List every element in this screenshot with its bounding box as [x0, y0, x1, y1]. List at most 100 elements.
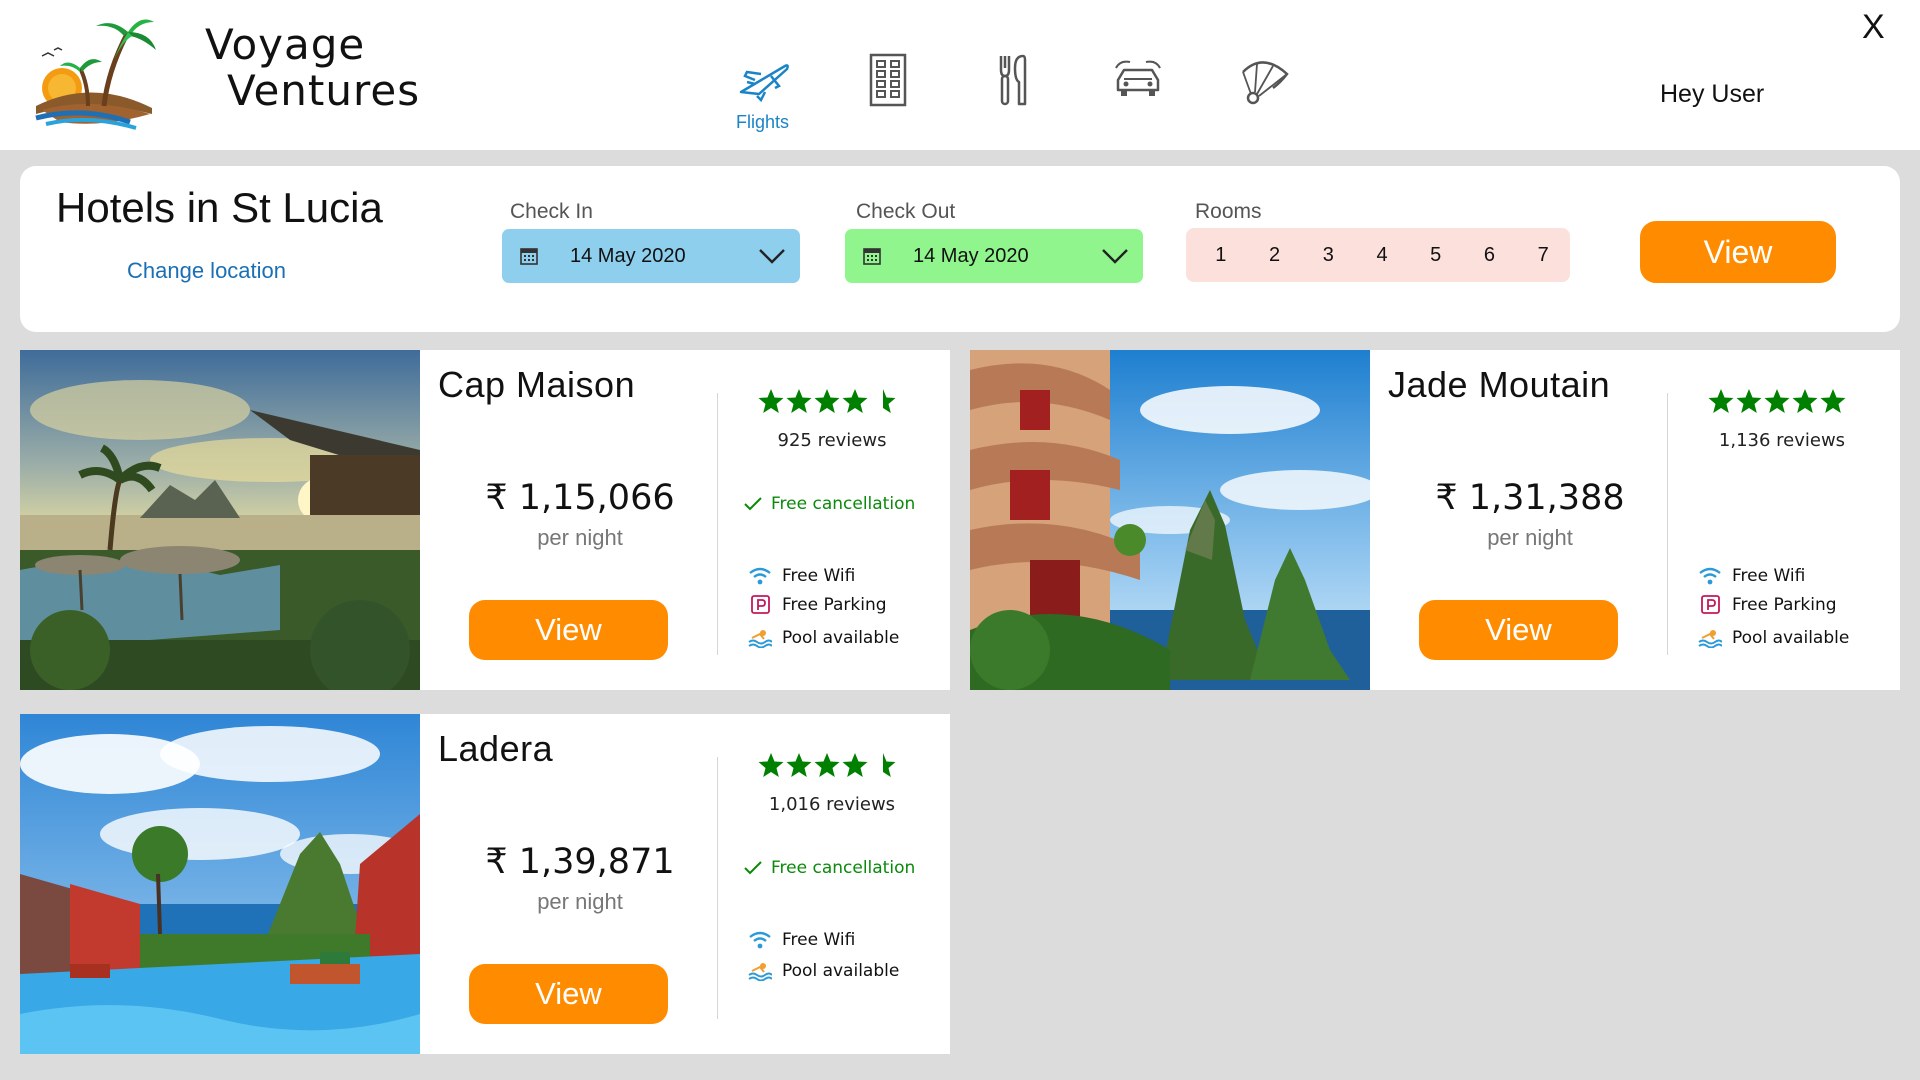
room-option-3[interactable]: 3 [1301, 244, 1355, 267]
room-option-6[interactable]: 6 [1463, 244, 1517, 267]
category-nav: Flights [700, 52, 1325, 133]
parking-icon [751, 595, 770, 614]
amenity-label: Pool available [1732, 628, 1850, 648]
star-icon [1820, 389, 1846, 413]
amenity-wifi: Free Wifi [748, 930, 855, 950]
review-count[interactable]: 1,136 reviews [1682, 430, 1882, 451]
star-rating [1708, 388, 1848, 414]
card-divider [1667, 393, 1668, 655]
amenity-label: Free Wifi [782, 930, 856, 950]
nav-car-rental[interactable] [1075, 52, 1200, 133]
star-icon [1736, 389, 1762, 413]
hotel-photo[interactable] [20, 350, 420, 690]
wifi-icon [749, 567, 771, 585]
hotel-name: Cap Maison [438, 364, 636, 405]
hotel-name: Ladera [438, 728, 554, 769]
amenity-label: Free Parking [782, 595, 887, 615]
card-divider [717, 393, 718, 655]
room-option-7[interactable]: 7 [1516, 244, 1570, 267]
room-option-4[interactable]: 4 [1355, 244, 1409, 267]
app-header: Voyage Ventures Flights Hey User X [0, 0, 1920, 150]
view-hotel-button[interactable]: View [1419, 600, 1618, 660]
airplane-icon [739, 64, 789, 103]
rooms-label: Rooms [1195, 200, 1262, 223]
room-option-1[interactable]: 1 [1194, 244, 1248, 267]
nav-hotels[interactable] [825, 52, 950, 133]
star-icon [758, 753, 784, 777]
calendar-icon [863, 248, 881, 265]
price-unit: per night [537, 889, 623, 914]
nav-flights[interactable]: Flights [700, 52, 825, 133]
room-option-5[interactable]: 5 [1409, 244, 1463, 267]
brand-line-1: Voyage [205, 20, 366, 69]
palm-island-logo [32, 10, 160, 130]
half-star-icon [883, 753, 896, 777]
star-icon [1792, 389, 1818, 413]
car-icon [1114, 60, 1161, 96]
user-greeting[interactable]: Hey User [1660, 80, 1764, 109]
half-star-icon [883, 389, 896, 413]
free-cancellation: Free cancellation [743, 858, 915, 878]
check-in-dropdown[interactable]: 14 May 2020 [502, 229, 800, 283]
star-icon [842, 389, 868, 413]
chevron-down-icon [1102, 249, 1128, 264]
star-icon [786, 389, 812, 413]
amenity-parking: Free Parking [748, 595, 887, 615]
hotel-card-jade-mountain: Jade Moutain ₹ 1,31,388 per night View 1… [970, 350, 1900, 690]
hotel-name: Jade Moutain [1388, 364, 1611, 405]
hotel-photo[interactable] [970, 350, 1370, 690]
amenity-pool: Pool available [1698, 628, 1849, 648]
star-icon [814, 389, 840, 413]
star-icon [1708, 389, 1734, 413]
parking-icon [1701, 595, 1720, 614]
hotel-price: ₹ 1,39,871 [485, 842, 675, 882]
hotel-photo[interactable] [20, 714, 420, 1054]
view-hotel-button[interactable]: View [469, 964, 668, 1024]
pool-icon [748, 630, 772, 648]
price-unit: per night [1487, 525, 1573, 550]
card-divider [717, 757, 718, 1019]
nav-flights-label: Flights [735, 112, 789, 132]
parachute-icon [1241, 61, 1289, 105]
amenity-label: Free Wifi [1732, 566, 1806, 586]
nav-activities[interactable] [1200, 52, 1325, 133]
check-out-value: 14 May 2020 [913, 244, 1029, 267]
hotel-price: ₹ 1,31,388 [1435, 478, 1625, 518]
view-hotel-button[interactable]: View [469, 600, 668, 660]
checkmark-icon [744, 861, 762, 875]
amenity-label: Free Wifi [782, 566, 856, 586]
hotel-card-ladera: Ladera ₹ 1,39,871 per night View 1,016 r… [20, 714, 950, 1054]
star-rating [758, 752, 898, 778]
check-in-value: 14 May 2020 [570, 244, 686, 267]
star-icon [786, 753, 812, 777]
amenity-parking: Free Parking [1698, 595, 1837, 615]
restaurant-icon [999, 54, 1026, 106]
chevron-down-icon [759, 249, 785, 264]
amenity-wifi: Free Wifi [748, 566, 855, 586]
amenity-label: Pool available [782, 961, 900, 981]
pool-icon [1698, 630, 1722, 648]
room-option-2[interactable]: 2 [1248, 244, 1302, 267]
amenity-label: Pool available [782, 628, 900, 648]
star-icon [814, 753, 840, 777]
free-cancellation-label: Free cancellation [771, 494, 916, 514]
star-icon [758, 389, 784, 413]
hotel-building-icon [869, 53, 906, 107]
hotel-card-cap-maison: Cap Maison ₹ 1,15,066 per night View 925… [20, 350, 950, 690]
close-button[interactable]: X [1862, 8, 1885, 47]
change-location-link[interactable]: Change location [127, 258, 286, 284]
brand-line-2: Ventures [227, 66, 421, 115]
wifi-icon [1699, 567, 1721, 585]
amenity-label: Free Parking [1732, 595, 1837, 615]
check-out-dropdown[interactable]: 14 May 2020 [845, 229, 1143, 283]
nav-restaurants[interactable] [950, 52, 1075, 133]
check-in-label: Check In [510, 200, 593, 223]
review-count[interactable]: 1,016 reviews [732, 794, 932, 815]
search-view-button[interactable]: View [1640, 221, 1836, 283]
brand-name: Voyage Ventures [205, 22, 420, 114]
free-cancellation-label: Free cancellation [771, 858, 916, 878]
review-count[interactable]: 925 reviews [732, 430, 932, 451]
star-icon [842, 753, 868, 777]
amenity-wifi: Free Wifi [1698, 566, 1805, 586]
hotel-price: ₹ 1,15,066 [485, 478, 675, 518]
